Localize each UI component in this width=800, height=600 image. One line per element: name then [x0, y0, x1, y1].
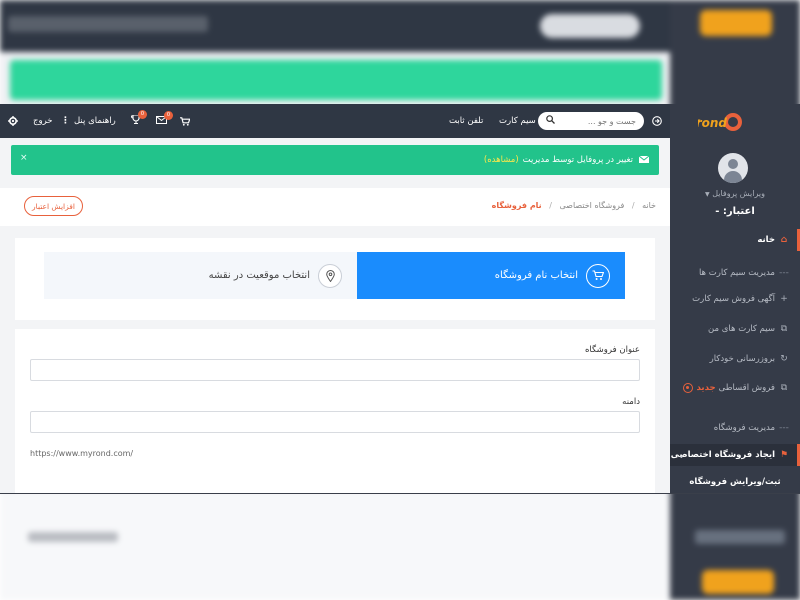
- step-select-map-location[interactable]: انتخاب موقعیت در نقشه: [44, 252, 357, 299]
- blurred-logo: [702, 570, 774, 594]
- simcard-link[interactable]: سیم کارت: [499, 104, 536, 138]
- domain-label: دامنه: [622, 397, 640, 407]
- flag-icon: ⚑: [779, 450, 789, 460]
- domain-input[interactable]: [30, 411, 640, 433]
- shop-form: عنوان فروشگاه دامنه https://www.myrond.c…: [15, 329, 655, 493]
- search-icon[interactable]: [546, 115, 555, 127]
- map-pin-icon: [318, 263, 342, 288]
- blurred-topbar: [0, 0, 670, 52]
- blurred-shape: [8, 16, 208, 32]
- sidebar-item-label: مدیریت فروشگاه: [713, 423, 775, 433]
- envelope-icon: [638, 155, 650, 165]
- landline-link[interactable]: تلفن ثابت: [449, 104, 483, 138]
- edit-profile-link[interactable]: ویرایش پروفایل ▼: [670, 189, 800, 198]
- messages-button[interactable]: 0: [156, 104, 173, 138]
- step-select-shop-name[interactable]: انتخاب نام فروشگاه: [357, 252, 625, 299]
- avatar[interactable]: [718, 153, 748, 183]
- trophy-button[interactable]: 0: [130, 104, 147, 138]
- sidebar-item-label: ایجاد فروشگاه اختصاصی: [670, 450, 775, 460]
- sidebar-item-label: ثبت/ویرایش فروشگاه: [689, 477, 781, 487]
- app-frame: خروج ⋮ راهنمای پنل 0 0 تلفن ثابت سیم کار…: [0, 104, 800, 494]
- step-inactive-label: انتخاب موقعیت در نقشه: [208, 270, 310, 281]
- caret-down-icon: ▼: [705, 191, 710, 198]
- credit-display: اعتبار: -: [715, 206, 755, 217]
- increase-credit-button[interactable]: افزایش اعتبار: [24, 196, 83, 216]
- dash-icon: ---: [779, 268, 789, 278]
- myrond-logo[interactable]: my rond: [698, 110, 774, 134]
- home-icon: ⌂: [780, 235, 788, 245]
- sidebar-section-shop: --- مدیریت فروشگاه: [670, 417, 800, 439]
- breadcrumb-shop[interactable]: فروشگاه اختصاصی: [559, 201, 624, 210]
- sidebar-item-label: فروش اقساطی: [718, 383, 775, 393]
- sidebar: my rond ویرایش پروفایل ▼ اعتبار: - ⌂ خان…: [670, 104, 800, 493]
- gear-icon[interactable]: [8, 104, 18, 138]
- cart-icon: [586, 263, 610, 288]
- dash-icon: ---: [779, 423, 789, 433]
- sidebar-item-my-simcards[interactable]: ⧉ سیم کارت های من: [670, 318, 800, 340]
- cart-icon[interactable]: [180, 104, 190, 138]
- shop-title-label: عنوان فروشگاه: [584, 345, 640, 355]
- trophy-icon: 0: [130, 110, 147, 127]
- blurred-content: [0, 492, 670, 600]
- breadcrumb-separator: /: [631, 201, 635, 210]
- sidebar-item-label: مدیریت سیم کارت ها: [698, 268, 775, 278]
- panel-guide-link[interactable]: راهنمای پنل: [74, 104, 116, 138]
- breadcrumb-current: نام فروشگاه: [491, 201, 542, 210]
- blurred-logo: [700, 10, 772, 36]
- search-box: [538, 112, 644, 130]
- blurred-alert: [10, 60, 662, 100]
- messages-badge: 0: [164, 110, 173, 120]
- sidebar-item-register-shop[interactable]: ثبت/ویرایش فروشگاه: [670, 471, 800, 493]
- sidebar-item-label: بروزرسانی خودکار: [709, 354, 775, 364]
- blurred-shape: [28, 532, 118, 542]
- blurred-shape: [540, 14, 640, 38]
- breadcrumb-separator: /: [549, 201, 552, 210]
- plus-icon: +: [780, 294, 788, 304]
- sidebar-item-sell-simcard[interactable]: + آگهی فروش سیم کارت: [670, 288, 800, 310]
- envelope-icon: 0: [156, 110, 173, 127]
- breadcrumb-home[interactable]: خانه: [642, 201, 656, 210]
- sidebar-item-label: آگهی فروش سیم کارت: [692, 294, 775, 304]
- sidebar-item-label: خانه: [757, 235, 775, 245]
- domain-hint: https://www.myrond.com/: [30, 449, 134, 458]
- more-vertical-icon[interactable]: ⋮: [61, 104, 70, 138]
- edit-profile-label: ویرایش پروفایل: [712, 189, 765, 198]
- sidebar-item-create-shop[interactable]: ⚑ ایجاد فروشگاه اختصاصی ⌄: [670, 444, 800, 466]
- sidebar-section-simcards: --- مدیریت سیم کارت ها: [670, 262, 800, 284]
- logout-link[interactable]: خروج: [33, 104, 53, 138]
- arrow-circle-icon[interactable]: [652, 104, 662, 138]
- breadcrumb: خانه / فروشگاه اختصاصی / نام فروشگاه: [492, 201, 656, 210]
- steps-card: انتخاب نام فروشگاه انتخاب موقعیت در نقشه: [15, 238, 655, 320]
- new-badge: جدید: [696, 383, 716, 393]
- search-input[interactable]: [556, 116, 636, 126]
- alert-message: تغییر در پروفایل توسط مدیریت: [522, 155, 633, 165]
- refresh-icon: ↻: [780, 354, 788, 364]
- shop-title-input[interactable]: [30, 359, 640, 381]
- breadcrumb-bar: خانه / فروشگاه اختصاصی / نام فروشگاه افز…: [0, 188, 670, 226]
- close-icon[interactable]: ×: [20, 153, 28, 163]
- logo-rond: rond: [698, 116, 727, 130]
- alert-view-link[interactable]: (مشاهده): [484, 155, 519, 165]
- top-navbar: خروج ⋮ راهنمای پنل 0 0 تلفن ثابت سیم کار…: [0, 104, 670, 138]
- sidebar-item-home[interactable]: ⌂ خانه: [670, 229, 800, 251]
- step-active-label: انتخاب نام فروشگاه: [494, 270, 578, 281]
- cards-icon: ⧉: [780, 324, 788, 334]
- chevron-down-icon: ⌄: [678, 450, 685, 460]
- trophy-badge: 0: [138, 110, 147, 119]
- sidebar-item-auto-update[interactable]: ↻ بروزرسانی خودکار: [670, 348, 800, 370]
- cards-icon: ⧉: [780, 383, 788, 393]
- sidebar-item-label: سیم کارت های من: [708, 324, 775, 334]
- profile-change-alert: تغییر در پروفایل توسط مدیریت (مشاهده) ×: [11, 145, 659, 175]
- new-dot-icon: [683, 383, 694, 393]
- sidebar-item-installment[interactable]: ⧉ فروش اقساطی جدید: [670, 377, 800, 399]
- blurred-shape: [695, 530, 785, 544]
